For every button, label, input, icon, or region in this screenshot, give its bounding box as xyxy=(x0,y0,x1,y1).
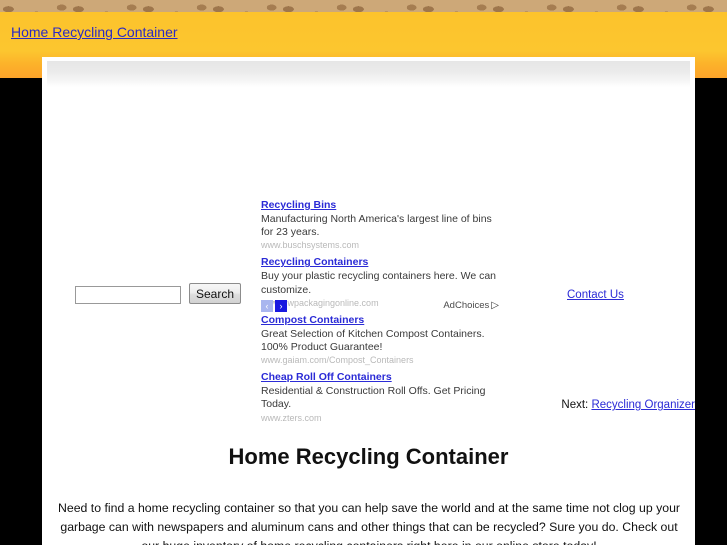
ad-description: Great Selection of Kitchen Compost Conta… xyxy=(261,327,485,354)
search-input[interactable] xyxy=(75,286,181,304)
adchoices-label: AdChoices xyxy=(443,300,490,311)
ad-url: www.zters.com xyxy=(261,412,322,423)
ad-description: Buy your plastic recycling containers he… xyxy=(261,270,496,296)
chevron-left-icon[interactable]: ‹ xyxy=(261,300,273,312)
ad-description: Residential & Construction Roll Offs. Ge… xyxy=(261,385,486,411)
ad-title-link[interactable]: Compost Containers xyxy=(261,314,364,327)
next-prefix-label: Next: xyxy=(561,399,589,411)
ad-title-link[interactable]: Cheap Roll Off Containers xyxy=(261,371,392,384)
next-page-row: Next: Recycling Organizer xyxy=(561,399,695,411)
left-gutter xyxy=(0,78,42,545)
ad-url: www.buschsystems.com xyxy=(261,240,360,251)
ad-unit: Recycling Bins Manufacturing North Ameri… xyxy=(261,195,499,251)
ad-unit: Cheap Roll Off Containers Residential & … xyxy=(261,367,499,423)
ad-description: Manufacturing North America's largest li… xyxy=(261,213,492,239)
body-paragraph: Need to find a home recycling container … xyxy=(57,501,681,545)
ad-title-link[interactable]: Recycling Containers xyxy=(261,256,368,269)
right-gutter xyxy=(695,78,727,545)
chevron-right-icon[interactable]: › xyxy=(275,300,287,312)
adchoices-link[interactable]: AdChoices ▷ xyxy=(443,300,499,311)
search-form: Search xyxy=(75,283,242,304)
next-page-link[interactable]: Recycling Organizer xyxy=(591,399,695,411)
ad-title-link[interactable]: Recycling Bins xyxy=(261,199,336,212)
contact-us-link[interactable]: Contact Us xyxy=(567,289,624,301)
search-button[interactable]: Search xyxy=(189,283,242,304)
ad-footer: ‹ › AdChoices ▷ xyxy=(261,300,499,313)
ad-url: www.gaiam.com/Compost_Containers xyxy=(261,355,414,366)
ad-unit: Compost Containers Great Selection of Ki… xyxy=(261,310,499,366)
adchoices-triangle-icon: ▷ xyxy=(491,300,499,311)
site-title-link[interactable]: Home Recycling Container xyxy=(11,24,178,40)
page-title: Home Recycling Container xyxy=(228,443,509,469)
panel-top-gradient-strip xyxy=(47,61,690,87)
content-panel: Search Recycling Bins Manufacturing Nort… xyxy=(42,57,695,545)
